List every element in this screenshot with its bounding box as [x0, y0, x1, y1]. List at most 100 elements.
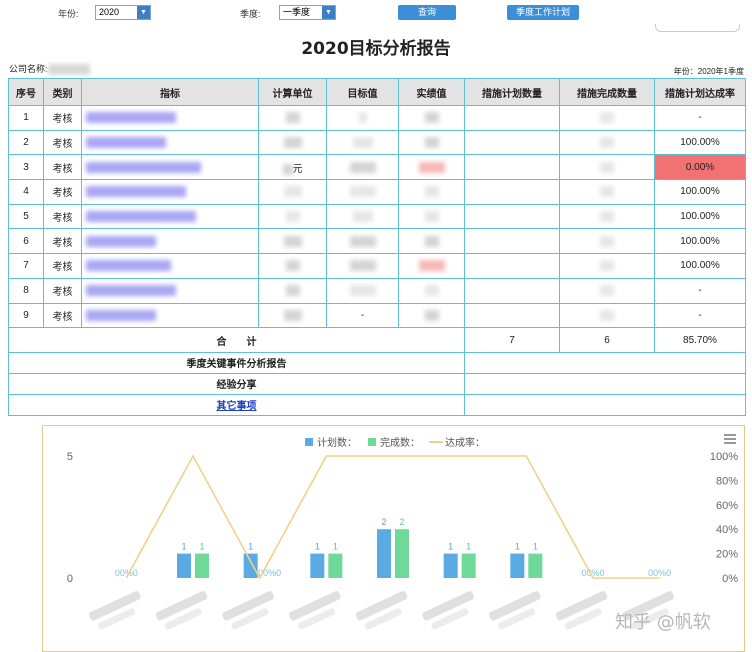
- zero-rate-label: 00%0: [648, 568, 671, 578]
- redacted-value: [86, 112, 176, 124]
- done-bar: [461, 553, 476, 578]
- column-header: 措施计划达成率: [654, 78, 746, 106]
- total-rate: 85.70%: [654, 327, 746, 353]
- company-value-redacted: [47, 64, 90, 76]
- redacted-value: [424, 285, 439, 297]
- table-row: 4 考核 100.00%: [8, 179, 746, 205]
- redacted-value: [285, 285, 300, 297]
- redacted-value: [418, 260, 445, 272]
- total-plan: 7: [464, 327, 560, 353]
- query-button[interactable]: 查询: [398, 5, 456, 20]
- plan-bar-label: 1: [448, 542, 453, 552]
- table-row: 1 考核 -: [8, 105, 746, 131]
- menu-icon[interactable]: [724, 434, 736, 446]
- row-indicator: [81, 277, 259, 304]
- year-select[interactable]: 2020 ▼: [95, 5, 151, 20]
- done-bar-label: 1: [466, 542, 471, 552]
- legend-label: 达成率：: [445, 436, 485, 449]
- row-unit: [258, 277, 327, 304]
- row-indicator: [81, 129, 259, 156]
- redacted-value: [86, 309, 156, 321]
- row-rate: -: [654, 105, 746, 131]
- section-other-items-link[interactable]: 其它事项: [217, 401, 257, 412]
- done-bar: [195, 553, 209, 578]
- row-category: 考核: [43, 129, 82, 156]
- table-row: 9 考核 - -: [8, 302, 746, 329]
- y-right-tick: 60%: [716, 500, 738, 512]
- column-header: 目标值: [326, 78, 399, 106]
- redacted-value: [352, 211, 373, 223]
- row-category: 考核: [43, 253, 82, 279]
- redacted-value: [86, 211, 196, 223]
- row-unit: [258, 203, 327, 230]
- year-label: 年份:: [58, 9, 79, 19]
- row-no: 9: [8, 302, 44, 329]
- row-category: 考核: [43, 302, 82, 329]
- column-header: 类别: [43, 78, 82, 106]
- row-target: [326, 228, 399, 255]
- redacted-value: [282, 163, 293, 175]
- redacted-value: [352, 136, 373, 148]
- row-unit-text: 元: [292, 163, 303, 175]
- row-done-count: [559, 179, 655, 205]
- row-plan-count: [464, 154, 560, 181]
- column-header: 措施计划数量: [464, 78, 560, 106]
- y-right-tick: 20%: [716, 549, 738, 561]
- row-done-count: [559, 302, 655, 329]
- y-right-tick: 0%: [722, 573, 738, 585]
- row-category: 考核: [43, 277, 82, 304]
- done-bar-label: 1: [199, 542, 204, 552]
- redacted-value: [600, 285, 614, 297]
- row-done-count: [559, 228, 655, 255]
- y-left-tick: 0: [67, 573, 73, 585]
- redacted-value: [285, 211, 300, 223]
- row-plan-count: [464, 129, 560, 156]
- column-header: 序号: [8, 78, 44, 106]
- row-done-count: [559, 129, 655, 156]
- redacted-value: [349, 186, 376, 198]
- row-indicator: [81, 203, 259, 230]
- y-left-tick: 5: [67, 451, 73, 463]
- redacted-value: [86, 161, 201, 173]
- watermark: 知乎 @帆软: [615, 612, 711, 633]
- quarter-select-value: 一季度: [283, 7, 311, 17]
- total-label: 合 计: [8, 327, 465, 353]
- redacted-value: [600, 112, 614, 124]
- quarter-plan-button[interactable]: 季度工作计划: [507, 5, 579, 20]
- quarter-select[interactable]: 一季度 ▼: [279, 5, 336, 20]
- row-rate: 0.00%: [654, 154, 746, 181]
- row-rate: 100.00%: [654, 129, 746, 156]
- section-row: 经验分享: [8, 372, 746, 395]
- company-name: 公司名称:: [9, 62, 90, 76]
- row-target-text: -: [360, 309, 365, 321]
- plan-bar-label: 1: [248, 542, 253, 552]
- redacted-value: [600, 186, 614, 198]
- done-bar-label: 1: [333, 542, 338, 552]
- row-no: 2: [8, 129, 44, 156]
- row-rate: 100.00%: [654, 253, 746, 279]
- redacted-value: [600, 235, 614, 247]
- column-header: 计算单位: [258, 78, 327, 106]
- table-row: 6 考核 100.00%: [8, 228, 746, 255]
- row-unit: [258, 105, 327, 131]
- table-row: 2 考核 100.00%: [8, 129, 746, 156]
- plan-bar-label: 2: [381, 517, 386, 527]
- row-actual: [398, 105, 465, 131]
- chevron-down-icon: ▼: [322, 6, 335, 19]
- legend-label: 计划数：: [317, 436, 357, 449]
- y-right-tick: 100%: [710, 451, 738, 463]
- redacted-value: [424, 235, 439, 247]
- year-info: 年份：2020年1季度: [673, 67, 744, 76]
- section-event-report-content: [464, 351, 746, 374]
- year-select-value: 2020: [99, 7, 120, 17]
- section-experience: 经验分享: [8, 372, 465, 395]
- redacted-value: [600, 309, 614, 321]
- row-no: 7: [8, 253, 44, 279]
- row-done-count: [559, 277, 655, 304]
- done-bar: [328, 553, 343, 578]
- row-actual: [398, 302, 465, 329]
- done-bar-label: 1: [533, 542, 538, 552]
- redacted-value: [358, 112, 367, 124]
- row-plan-count: [464, 277, 560, 304]
- total-row: 合 计 7 6 85.70%: [8, 327, 746, 353]
